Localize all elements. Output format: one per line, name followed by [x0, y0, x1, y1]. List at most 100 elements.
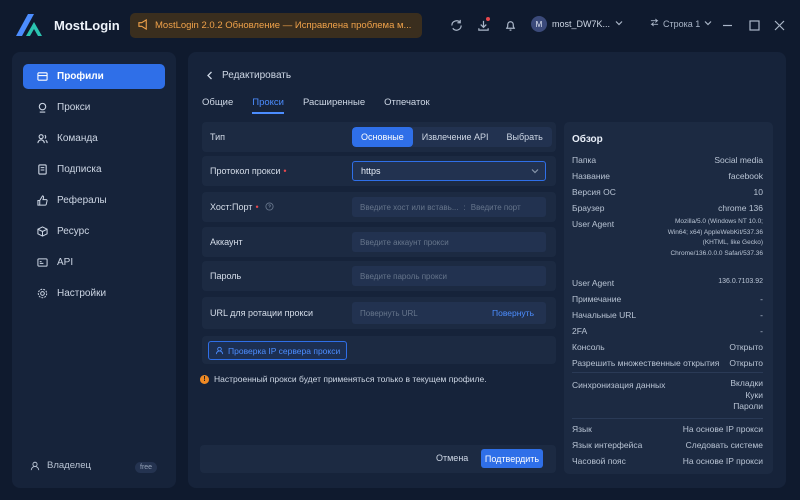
close-icon[interactable]: [771, 17, 787, 33]
overview-row: Браузер chrome 136: [572, 203, 763, 213]
password-row: Пароль Введите пароль прокси: [202, 261, 556, 291]
overview-key: Примечание: [572, 294, 622, 304]
profiles-icon: [37, 72, 48, 81]
port-input[interactable]: Введите порт: [471, 203, 521, 212]
account-input[interactable]: Введите аккаунт прокси: [352, 232, 546, 252]
sync-icon[interactable]: [448, 17, 464, 33]
sidebar-item-label: Прокси: [57, 102, 91, 113]
overview-key: Разрешить множественные открытия: [572, 358, 720, 368]
sync-value: Пароли: [733, 401, 763, 411]
sidebar: Профили Прокси Команда Подписка Рефералы…: [12, 52, 176, 488]
overview-value: Открыто: [729, 358, 763, 368]
overview-value: Открыто: [729, 342, 763, 352]
overview-key: Консоль: [572, 342, 605, 352]
overview-value: chrome 136: [718, 203, 763, 213]
warning-icon: !: [200, 374, 209, 384]
overview-key: Браузер: [572, 203, 605, 213]
referrals-icon: [37, 195, 48, 206]
overview-value: Следовать системе: [685, 440, 763, 450]
type-label: Тип: [210, 132, 226, 142]
sidebar-item-label: Ресурс: [57, 226, 90, 237]
sidebar-item-api[interactable]: API: [23, 250, 165, 275]
host-label: Хост:Порт: [210, 202, 253, 212]
sidebar-item-resource[interactable]: Ресурс: [23, 219, 165, 244]
overview-row: Примечание -: [572, 294, 763, 304]
rotation-url-input[interactable]: Повернуть URL Повернуть: [352, 302, 546, 324]
type-option-basic[interactable]: Основные: [352, 127, 413, 147]
overview-row: Версия ОС 10: [572, 187, 763, 197]
rotation-placeholder: Повернуть URL: [360, 308, 418, 318]
overview-key: Название: [572, 171, 610, 181]
tab-advanced[interactable]: Расширенные: [303, 97, 374, 114]
overview-value: Social media: [714, 155, 763, 165]
sidebar-item-proxy[interactable]: Прокси: [23, 95, 165, 120]
sidebar-item-label: API: [57, 257, 74, 268]
megaphone-icon: [138, 18, 149, 33]
owner-label[interactable]: Владелец: [30, 460, 91, 471]
minimize-icon[interactable]: [719, 17, 735, 33]
cancel-button[interactable]: Отмена: [436, 453, 468, 463]
overview-row: Название facebook: [572, 171, 763, 181]
notice-text: MostLogin 2.0.2 Обновление — Исправлена …: [155, 20, 412, 31]
download-icon[interactable]: [475, 17, 491, 33]
tab-fingerprint[interactable]: Отпечаток: [384, 97, 439, 114]
tab-proxy[interactable]: Прокси: [252, 97, 293, 114]
overview-value: На основе IP прокси: [682, 456, 763, 466]
resource-icon: [37, 226, 48, 237]
overview-row: User Agent 136.0.7103.92: [572, 278, 763, 288]
overview-key: Версия ОС: [572, 187, 616, 197]
sidebar-item-team[interactable]: Команда: [23, 126, 165, 151]
tab-general[interactable]: Общие: [202, 97, 242, 114]
overview-row: Разрешить множественные открытия Открыто: [572, 358, 763, 368]
password-label: Пароль: [210, 271, 242, 281]
update-notice[interactable]: MostLogin 2.0.2 Обновление — Исправлена …: [130, 13, 422, 38]
sidebar-item-settings[interactable]: Настройки: [23, 281, 165, 306]
protocol-select[interactable]: https: [352, 161, 546, 181]
sync-value: Вкладки: [730, 378, 763, 388]
colon-separator: :: [463, 202, 466, 212]
sidebar-item-profiles[interactable]: Профили: [23, 64, 165, 89]
chevron-down-icon: [531, 167, 539, 177]
check-proxy-button[interactable]: Проверка IP сервера прокси: [208, 341, 348, 360]
user-menu[interactable]: M most_DW7K...: [531, 16, 623, 32]
host-input[interactable]: Введите хост или вставь...: [360, 203, 459, 212]
divider: [572, 418, 763, 419]
overview-row: Папка Social media: [572, 155, 763, 165]
type-option-api[interactable]: Извлечение API: [413, 127, 498, 147]
type-row: Тип Основные Извлечение API Выбрать: [202, 122, 556, 152]
rotate-button[interactable]: Повернуть: [492, 308, 534, 318]
sync-value: Куки: [745, 389, 763, 400]
sidebar-item-subscription[interactable]: Подписка: [23, 157, 165, 182]
host-row: Хост:Порт • Введите хост или вставь... : …: [202, 192, 556, 222]
row-selector[interactable]: Строка 1: [650, 18, 712, 29]
rotation-label: URL для ротации прокси: [210, 308, 314, 318]
app-name: MostLogin: [54, 18, 120, 33]
overview-row: Начальные URL -: [572, 310, 763, 320]
user-icon: [30, 461, 40, 470]
maximize-icon[interactable]: [746, 17, 762, 33]
avatar: M: [531, 16, 547, 32]
overview-row: Часовой пояс На основе IP прокси: [572, 456, 763, 466]
back-button[interactable]: Редактировать: [206, 70, 291, 81]
required-mark: •: [255, 202, 259, 212]
sidebar-item-referrals[interactable]: Рефералы: [23, 188, 165, 213]
host-port-field[interactable]: Введите хост или вставь... : Введите пор…: [352, 197, 546, 217]
overview-value: -: [760, 310, 763, 320]
protocol-row: Протокол прокси • https: [202, 156, 556, 186]
overview-key: Синхронизация данных: [572, 380, 666, 390]
sidebar-item-label: Команда: [57, 133, 98, 144]
overview-value: -: [760, 326, 763, 336]
api-icon: [37, 258, 48, 267]
password-input[interactable]: Введите пароль прокси: [352, 266, 546, 286]
type-option-select[interactable]: Выбрать: [498, 127, 552, 147]
overview-row: Язык интерфейса Следовать системе: [572, 440, 763, 450]
bell-icon[interactable]: [502, 17, 518, 33]
overview-key: Папка: [572, 155, 597, 165]
account-label: Аккаунт: [210, 237, 243, 247]
confirm-button[interactable]: Подтвердить: [481, 449, 543, 468]
help-icon[interactable]: [265, 201, 274, 213]
overview-key: User Agent: [572, 219, 615, 229]
overview-key: Часовой пояс: [572, 456, 626, 466]
subscription-icon: [38, 164, 47, 175]
username: most_DW7K...: [552, 19, 611, 29]
